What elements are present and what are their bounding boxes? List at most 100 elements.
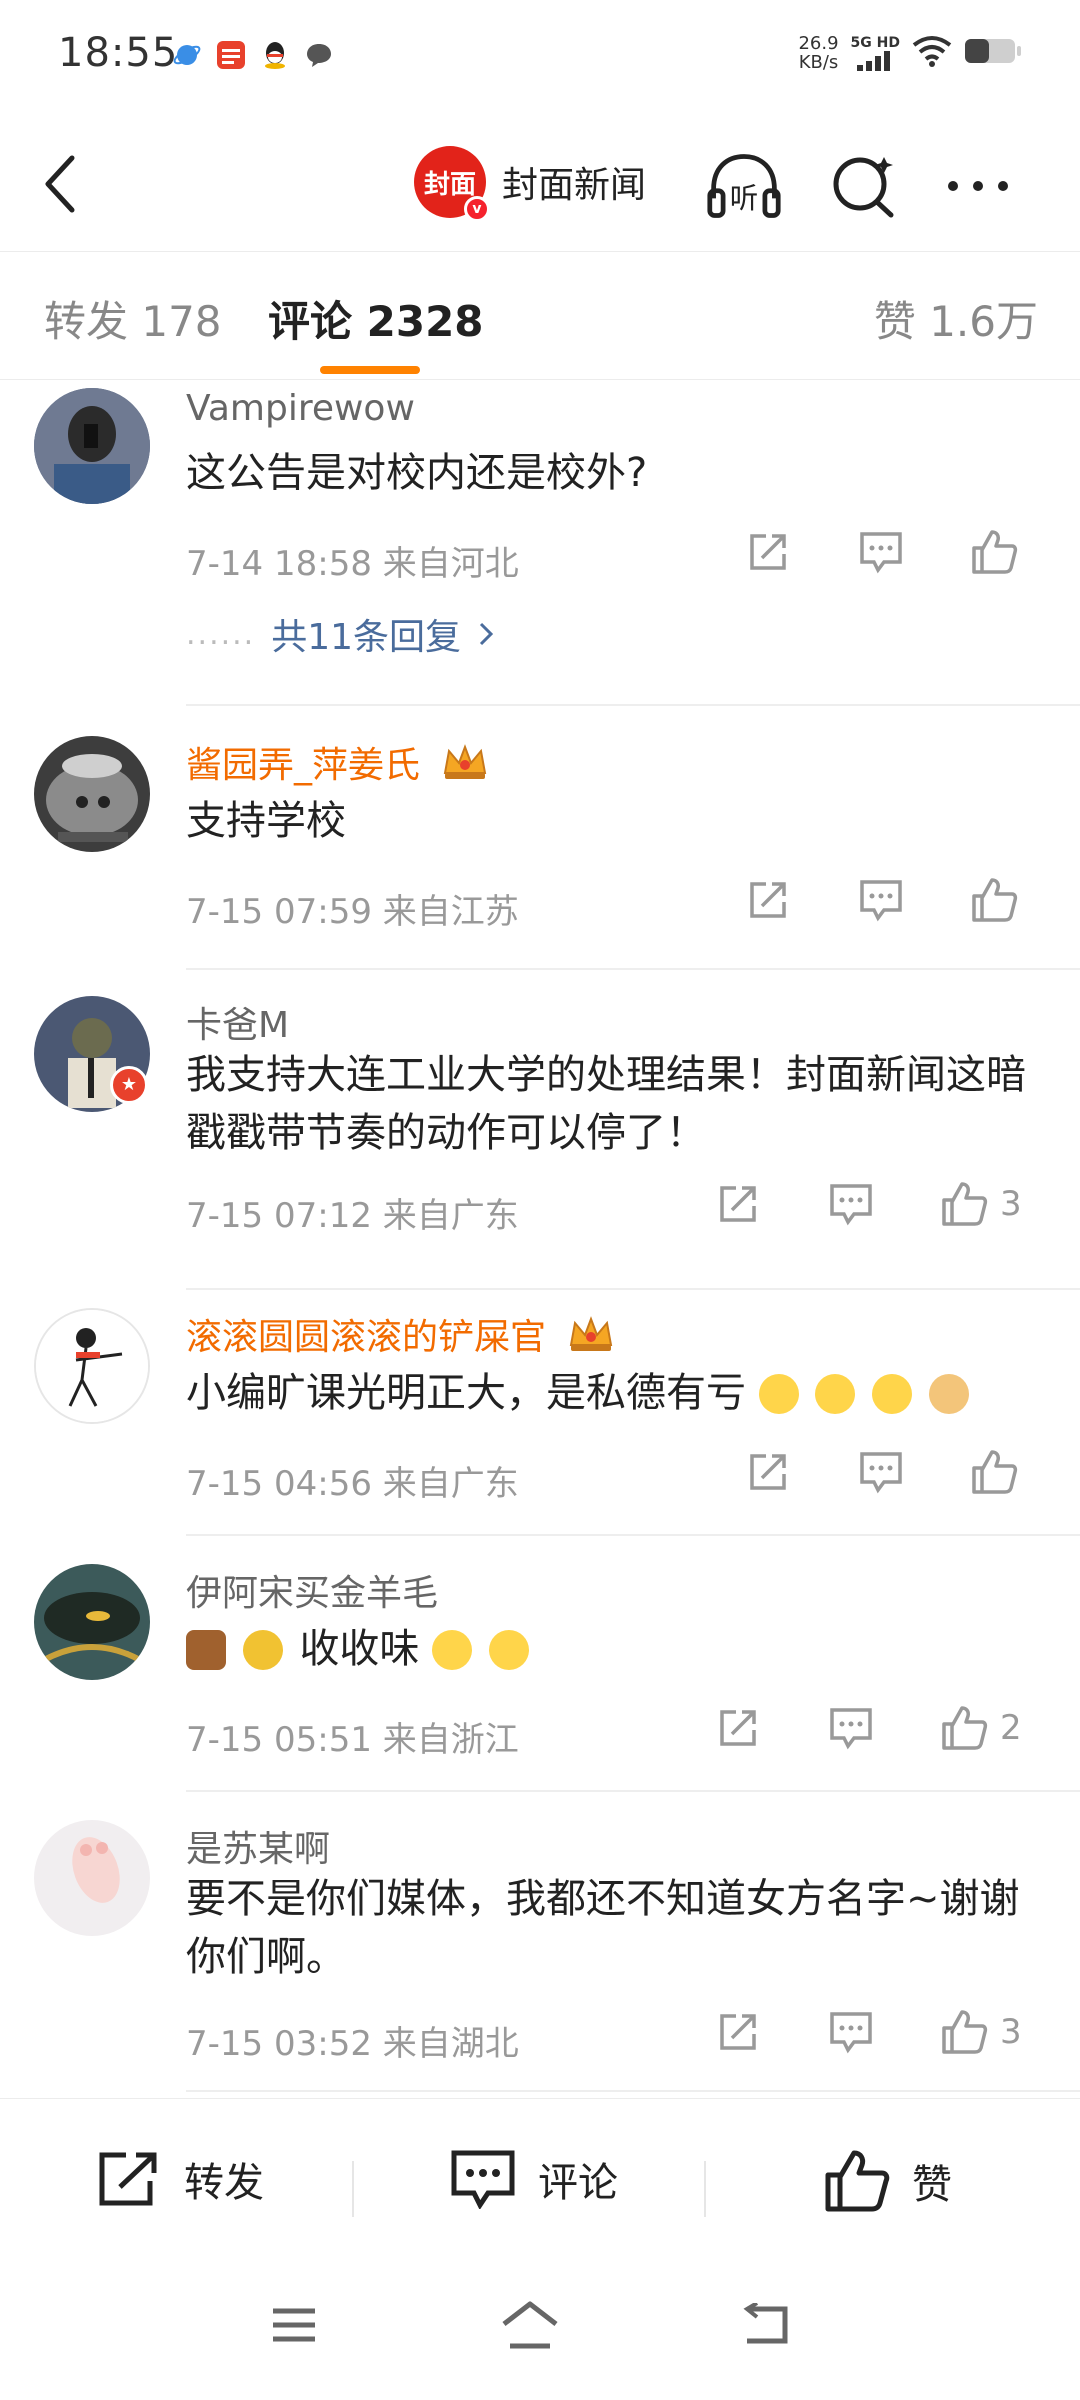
- hook-emoji: [242, 1630, 283, 1670]
- reply-action[interactable]: [828, 1182, 874, 1226]
- divider: [186, 704, 1080, 706]
- signal-icon: 5G HD: [851, 35, 900, 71]
- like-action[interactable]: [970, 528, 1030, 576]
- status-app-icons: [172, 40, 334, 70]
- comment-meta: 7-15 05:51 来自浙江: [186, 1720, 519, 1760]
- comment-text: 我支持大连工业大学的处理结果！封面新闻这暗戳戳带节奏的动作可以停了！: [186, 1052, 1026, 1156]
- comment-icon: [860, 532, 902, 574]
- top-header: 封面 v 封面新闻 听: [0, 112, 1080, 252]
- more-button[interactable]: [940, 148, 1016, 224]
- reply-action[interactable]: [828, 1706, 874, 1750]
- active-tab-indicator: [320, 366, 420, 374]
- repost-action[interactable]: [716, 1182, 760, 1226]
- like-action[interactable]: 3: [940, 1180, 1022, 1228]
- back-nav-button[interactable]: [726, 2290, 806, 2360]
- share-icon: [750, 534, 786, 570]
- separator: [704, 2161, 706, 2217]
- smirk-emoji: [488, 1630, 529, 1670]
- like-action[interactable]: [970, 1448, 1030, 1496]
- menu-icon: [273, 2308, 315, 2342]
- listen-button[interactable]: 听: [706, 148, 782, 224]
- status-right: 26.9 KB/s 5G HD: [798, 34, 1022, 72]
- like-action[interactable]: [970, 876, 1030, 924]
- comment-icon: [830, 1184, 872, 1226]
- avatar[interactable]: [34, 736, 150, 852]
- reply-action[interactable]: [828, 2010, 874, 2054]
- comment-username[interactable]: 卡爸M: [186, 996, 289, 1048]
- avatar[interactable]: [34, 1308, 150, 1424]
- more-dots-icon: [948, 181, 1008, 191]
- like-count: 2: [1000, 1708, 1022, 1748]
- comment-username[interactable]: 伊阿宋买金羊毛: [186, 1564, 438, 1616]
- home-button[interactable]: [490, 2290, 570, 2360]
- reply-action[interactable]: [858, 530, 904, 574]
- tab-likes[interactable]: 赞 1.6万: [874, 288, 1038, 349]
- system-nav-bar: [0, 2248, 1080, 2400]
- net-speed-value: 26.9: [798, 33, 839, 54]
- repost-action[interactable]: [746, 1450, 790, 1494]
- repost-button[interactable]: 转发: [96, 2149, 264, 2209]
- divider: [186, 1790, 1080, 1792]
- comment-label: 评论: [538, 2160, 618, 2206]
- menu-button[interactable]: [254, 2290, 334, 2360]
- share-icon: [720, 2014, 756, 2050]
- repost-action[interactable]: [746, 878, 790, 922]
- comment-icon: [860, 880, 902, 922]
- tab-comments[interactable]: 评论 2328: [268, 288, 484, 349]
- brand-account[interactable]: 封面 v 封面新闻: [414, 146, 646, 222]
- verified-badge: v: [464, 196, 490, 222]
- comment-meta: 7-15 07:12 来自广东: [186, 1196, 519, 1236]
- repost-action[interactable]: [716, 1706, 760, 1750]
- comment-username[interactable]: 滚滚圆圆滚滚的铲屎官: [186, 1308, 615, 1360]
- headphone-icon: 听: [707, 154, 781, 218]
- repost-label: 转发: [184, 2160, 264, 2206]
- brand-logo-text: 封面: [423, 169, 476, 200]
- view-replies-link[interactable]: ...... 共11条回复: [186, 608, 495, 660]
- comment-username[interactable]: Vampirewow: [186, 388, 415, 429]
- separator: [352, 2161, 354, 2217]
- laugh-cry-emoji: [872, 1374, 913, 1414]
- vip-crown-icon: [570, 1316, 613, 1351]
- search-button[interactable]: [826, 148, 902, 224]
- repost-action[interactable]: [746, 530, 790, 574]
- wifi-icon: [912, 35, 952, 71]
- chevron-right-icon: [479, 622, 494, 646]
- avatar[interactable]: [34, 388, 150, 504]
- comment-text: 这公告是对校内还是校外?: [186, 450, 648, 496]
- laugh-cry-emoji: [758, 1374, 799, 1414]
- comment-meta: 7-15 07:59 来自江苏: [186, 892, 519, 932]
- net-speed: 26.9 KB/s: [798, 34, 838, 72]
- avatar[interactable]: [34, 1820, 150, 1936]
- comment-username[interactable]: 酱园弄_萍姜氏: [186, 736, 489, 788]
- like-count: 3: [1000, 2012, 1022, 2052]
- like-action[interactable]: 2: [940, 1704, 1022, 1752]
- search-icon: [833, 157, 894, 218]
- tab-repost[interactable]: 转发 178: [44, 288, 222, 349]
- browser-icon: [172, 40, 202, 70]
- reply-action[interactable]: [858, 878, 904, 922]
- thumbs-up-icon: [972, 1450, 1018, 1494]
- back-nav-icon: [743, 2303, 788, 2344]
- divider: [186, 1534, 1080, 1536]
- replies-dots: ......: [186, 616, 256, 652]
- like-action[interactable]: 3: [940, 2008, 1022, 2056]
- share-icon: [750, 1454, 786, 1490]
- thumbs-up-icon: [942, 1182, 988, 1226]
- avatar[interactable]: [34, 1564, 150, 1680]
- comment-meta: 7-14 18:58 来自河北: [186, 544, 519, 584]
- verified-star-badge: ★: [110, 1066, 148, 1104]
- repost-action[interactable]: [716, 2010, 760, 2054]
- comment-icon: [830, 2012, 872, 2054]
- like-button[interactable]: 赞: [824, 2149, 952, 2213]
- comment-button[interactable]: 评论: [450, 2149, 618, 2209]
- back-button[interactable]: [30, 144, 90, 224]
- thumbs-up-icon: [825, 2150, 890, 2212]
- comment-username[interactable]: 是苏某啊: [186, 1820, 330, 1872]
- divider: [186, 1288, 1080, 1290]
- like-label: 赞: [912, 2162, 952, 2208]
- comment-text: 收收味: [186, 1620, 1046, 1678]
- reply-action[interactable]: [858, 1450, 904, 1494]
- status-time: 18:55: [58, 30, 179, 76]
- comment-text: 小编旷课光明正大，是私德有亏: [186, 1364, 1046, 1422]
- share-icon: [99, 2152, 157, 2206]
